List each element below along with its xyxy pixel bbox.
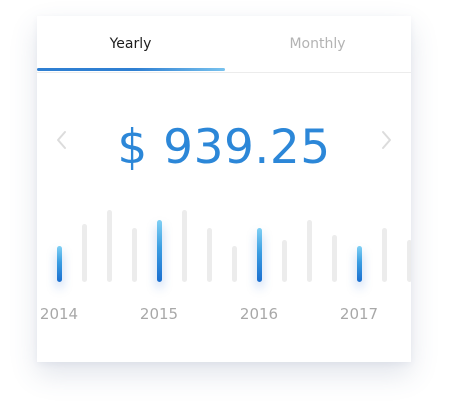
- tab-monthly-label: Monthly: [289, 36, 346, 52]
- bar-active[interactable]: [157, 220, 162, 282]
- year-label-2014: 2014: [39, 305, 79, 323]
- bar[interactable]: [407, 240, 411, 282]
- bar[interactable]: [332, 235, 337, 282]
- price-card: Yearly Monthly $ 939.25 2014 2015 2016 2…: [37, 16, 411, 362]
- bar-active[interactable]: [57, 246, 62, 282]
- tab-monthly[interactable]: Monthly: [224, 16, 411, 72]
- bar[interactable]: [282, 240, 287, 282]
- active-tab-indicator: [37, 68, 225, 71]
- bar[interactable]: [382, 228, 387, 282]
- tab-yearly[interactable]: Yearly: [37, 16, 224, 72]
- period-tabs: Yearly Monthly: [37, 16, 411, 73]
- bar[interactable]: [132, 228, 137, 282]
- bar[interactable]: [232, 246, 237, 282]
- tab-yearly-label: Yearly: [109, 36, 152, 52]
- year-label-2017: 2017: [339, 305, 379, 323]
- bar[interactable]: [182, 210, 187, 282]
- bar[interactable]: [307, 220, 312, 282]
- bar[interactable]: [107, 210, 112, 282]
- bar[interactable]: [82, 224, 87, 282]
- year-label-2016: 2016: [239, 305, 279, 323]
- bar[interactable]: [207, 228, 212, 282]
- price-amount: $ 939.25: [117, 120, 331, 175]
- bar-active[interactable]: [357, 246, 362, 282]
- year-label-2015: 2015: [139, 305, 179, 323]
- bar-active[interactable]: [257, 228, 262, 282]
- chevron-right-icon[interactable]: [379, 130, 393, 150]
